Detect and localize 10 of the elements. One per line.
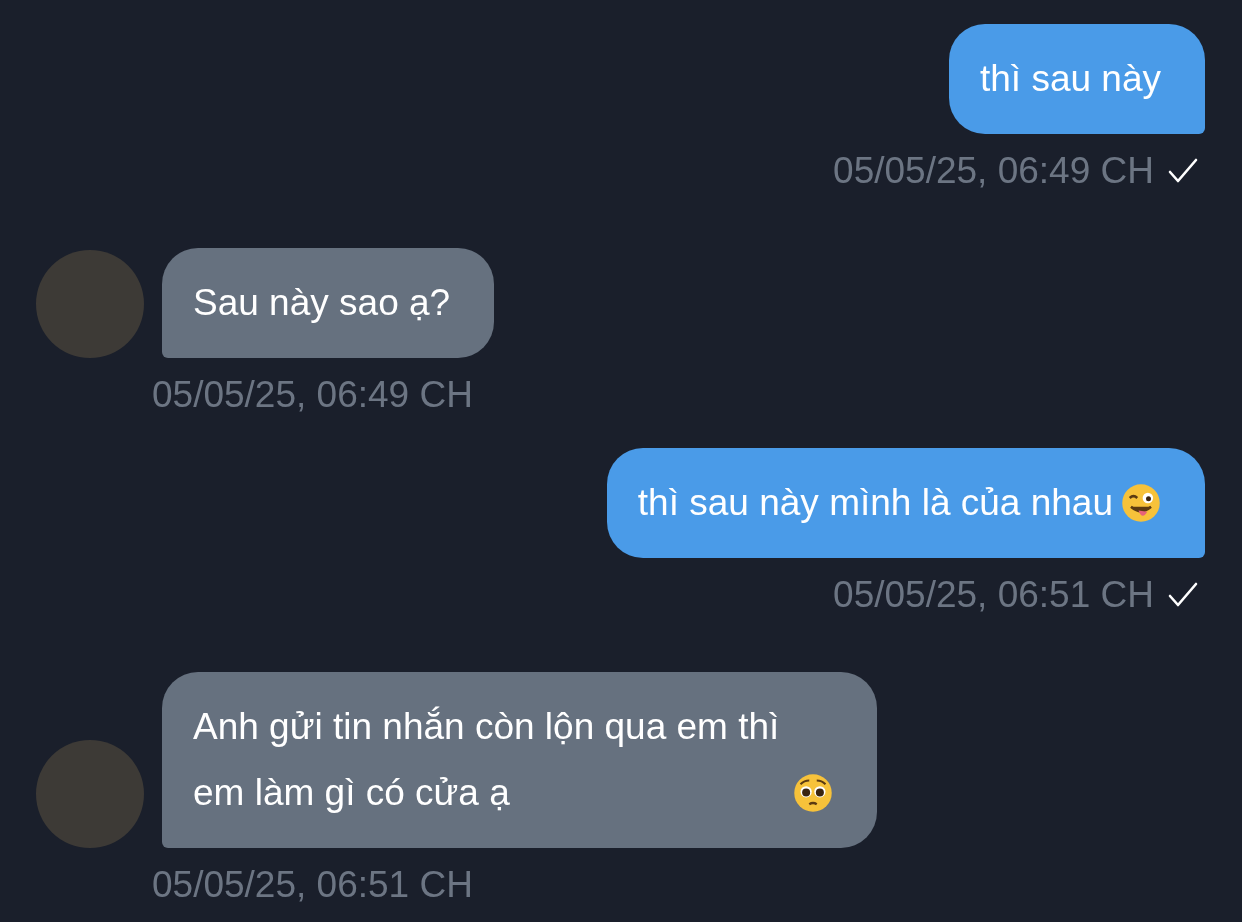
message-text: Anh gửi tin nhắn còn lộn qua em thì em làm gì có cửa ạ [193, 705, 781, 815]
timestamp: 05/05/25, 06:51 CH [152, 864, 473, 906]
timestamp: 05/05/25, 06:49 CH [152, 374, 473, 416]
pleading-face-icon [793, 773, 833, 813]
winking-face-icon [1121, 483, 1161, 523]
message-text: thì sau này mình là của nhau [637, 481, 1113, 525]
message-text: thì sau này [980, 57, 1161, 101]
timestamp: 05/05/25, 06:51 CH [833, 574, 1154, 616]
message-text: Sau này sao ạ? [193, 281, 451, 325]
timestamp: 05/05/25, 06:49 CH [833, 150, 1154, 192]
